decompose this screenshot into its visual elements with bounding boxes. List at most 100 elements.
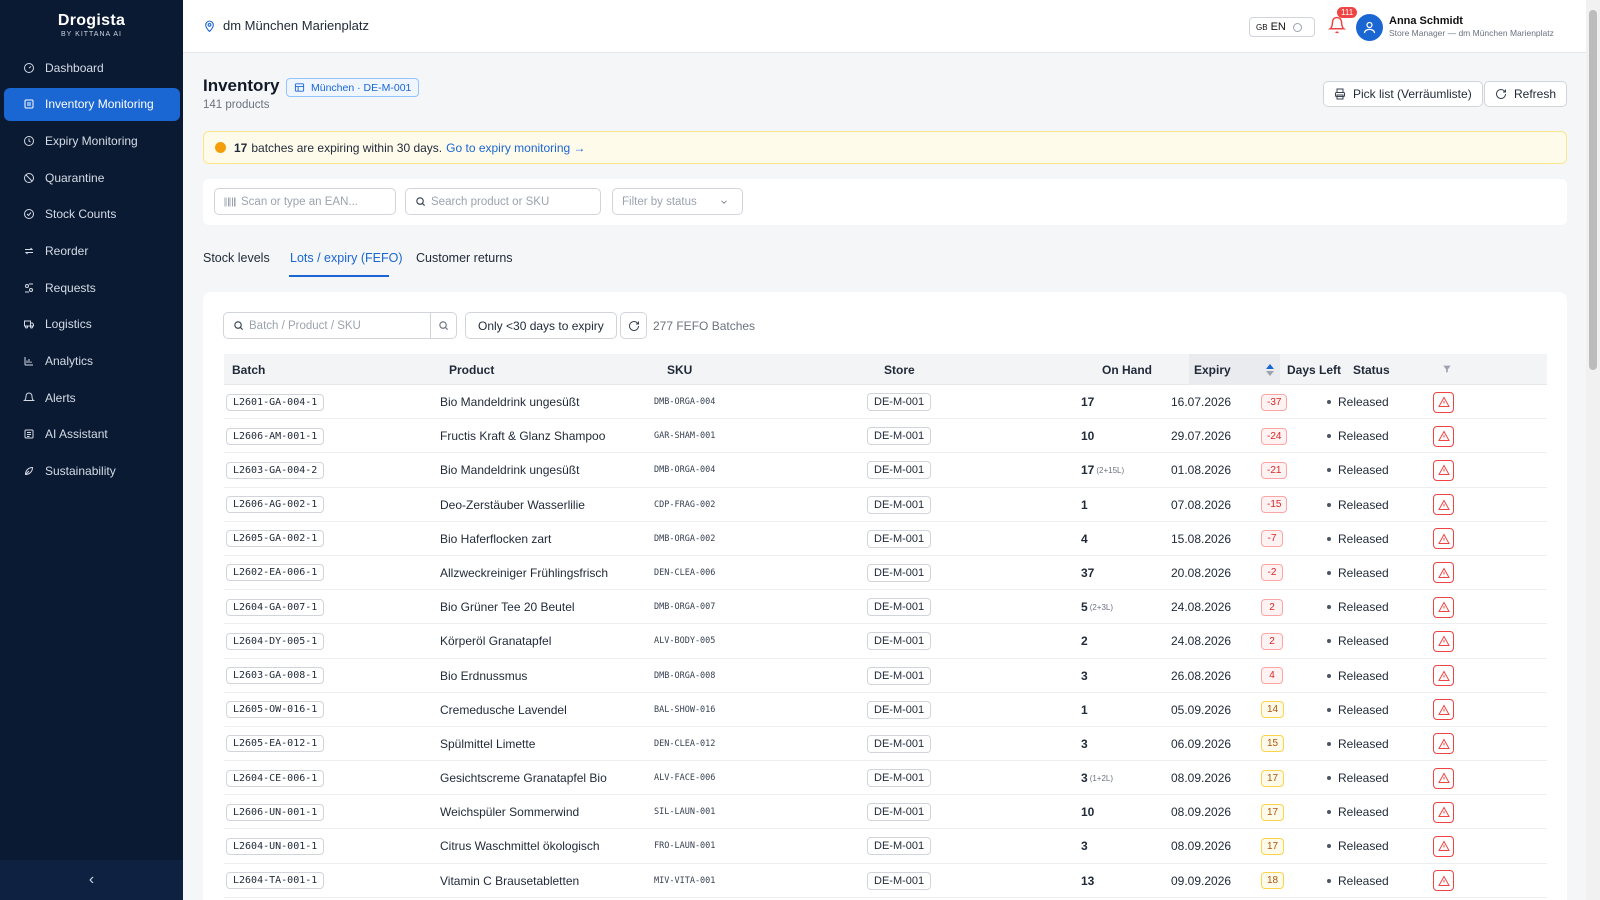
batch-id[interactable]: L2604-GA-007-1 [226, 598, 325, 616]
sidebar-item-inventory-monitoring[interactable]: Inventory Monitoring [4, 87, 180, 121]
flag-batch-button[interactable] [1433, 562, 1454, 584]
batch-search-input[interactable]: Batch / Product / SKU [223, 312, 431, 339]
sku-cell: GAR-SHAM-001 [654, 419, 715, 453]
batch-id[interactable]: L2604-TA-001-1 [226, 872, 325, 890]
reload-batches-button[interactable] [620, 312, 647, 339]
batch-search-button[interactable] [430, 312, 457, 339]
sort-icon[interactable] [1266, 364, 1274, 376]
column-expiry[interactable]: Expiry [1194, 363, 1231, 377]
sidebar-item-dashboard[interactable]: Dashboard [4, 51, 180, 84]
batch-id[interactable]: L2603-GA-008-1 [226, 667, 325, 684]
product-cell: Vitamin C Brausetabletten [440, 864, 579, 898]
batch-cell: L2605-GA-002-1 [226, 522, 325, 556]
sidebar-item-analytics[interactable]: Analytics [4, 345, 180, 378]
column-on-hand[interactable]: On Hand [1102, 363, 1152, 377]
sku-code: CDP-FRAG-002 [654, 499, 716, 510]
table-row[interactable]: L2605-OW-016-1 Cremedusche Lavendel BAL-SH… [224, 693, 1547, 727]
product-search-input[interactable]: Search product or SKU [405, 188, 601, 215]
store-location[interactable]: dm München Marienplatz [203, 18, 369, 33]
flag-batch-button[interactable] [1433, 665, 1454, 686]
column-sku[interactable]: SKU [667, 363, 692, 377]
go-to-expiry-link[interactable]: Go to expiry monitoring → [446, 141, 585, 155]
sidebar-item-expiry-monitoring[interactable]: Expiry Monitoring [4, 124, 180, 157]
only-30-days-toggle[interactable]: Only <30 days to expiry [465, 312, 617, 339]
sidebar-item-requests[interactable]: Requests [4, 271, 180, 304]
batch-id[interactable]: L2602-EA-006-1 [226, 564, 325, 582]
sku-cell: MIV-VITA-001 [654, 864, 715, 898]
table-row[interactable]: L2605-GA-002-1 Bio Haferflocken zart DMB-O… [224, 522, 1547, 556]
flag-batch-button[interactable] [1433, 801, 1454, 823]
flag-batch-button[interactable] [1433, 699, 1454, 721]
table-row[interactable]: L2604-GA-007-1 Bio Grüner Tee 20 Beutel DM… [224, 590, 1547, 625]
flag-batch-button[interactable] [1433, 391, 1454, 413]
sidebar-item-quarantine[interactable]: Quarantine [4, 161, 180, 194]
language-switcher[interactable]: GB EN [1249, 17, 1315, 37]
column-status[interactable]: Status [1353, 363, 1390, 377]
sidebar-item-logistics[interactable]: Logistics [4, 308, 180, 341]
table-row[interactable]: L2604-UN-001-1 Citrus Waschmittel ökologi… [224, 829, 1547, 864]
scrollbar-thumb[interactable] [1589, 10, 1597, 370]
batch-id[interactable]: L2604-CE-006-1 [226, 769, 325, 787]
table-row[interactable]: L2606-AM-001-1 Fructis Kraft & Glanz Sham… [224, 419, 1547, 454]
ean-input[interactable]: Scan or type an EAN... [214, 188, 396, 215]
sidebar-item-sustainability[interactable]: Sustainability [4, 455, 180, 488]
sidebar-item-alerts[interactable]: Alerts [4, 381, 180, 414]
page-scrollbar[interactable] [1586, 0, 1600, 900]
pick-list-button[interactable]: Pick list (Verräumliste) [1323, 81, 1483, 107]
flag-batch-button[interactable] [1433, 596, 1454, 618]
table-row[interactable]: L2603-GA-004-2 Bio Mandeldrink ungesüßt DM… [224, 453, 1547, 488]
action-cell [1433, 659, 1454, 693]
collapse-sidebar-button[interactable]: ‹ [0, 860, 183, 900]
batch-id[interactable]: L2605-GA-002-1 [226, 530, 325, 548]
batch-id[interactable]: L2603-GA-004-2 [226, 461, 325, 479]
column-product[interactable]: Product [449, 363, 494, 377]
batch-id[interactable]: L2605-OW-016-1 [226, 701, 325, 719]
refresh-button[interactable]: Refresh [1484, 81, 1568, 107]
batch-id[interactable]: L2606-AM-001-1 [226, 427, 325, 445]
sidebar-item-label: Requests [45, 280, 96, 295]
flag-batch-button[interactable] [1433, 528, 1454, 550]
column-days-left[interactable]: Days Left [1287, 363, 1341, 377]
tab-lots-expiry[interactable]: Lots / expiry (FEFO) [290, 251, 403, 265]
flag-batch-button[interactable] [1433, 835, 1454, 857]
tab-stock-levels[interactable]: Stock levels [203, 251, 270, 265]
flag-batch-button[interactable] [1433, 494, 1454, 516]
flag-batch-button[interactable] [1433, 459, 1454, 481]
flag-batch-button[interactable] [1433, 767, 1454, 789]
flag-batch-button[interactable] [1433, 425, 1454, 447]
user-avatar[interactable] [1356, 14, 1383, 41]
status-filter-select[interactable]: Filter by status [612, 188, 743, 215]
flag-batch-button[interactable] [1433, 870, 1454, 892]
table-row[interactable]: L2602-EA-006-1 Allzweckreiniger Frühlings… [224, 556, 1547, 591]
table-row[interactable]: L2604-CE-006-1 Gesichtscreme Granatapfel … [224, 761, 1547, 796]
batch-id[interactable]: L2604-DY-005-1 [226, 632, 325, 650]
table-row[interactable]: L2601-GA-004-1 Bio Mandeldrink ungesüßt DM… [224, 385, 1547, 420]
tab-customer-returns[interactable]: Customer returns [416, 251, 513, 265]
top-header: dm München Marienplatz GB EN 111 Anna Sc… [183, 0, 1586, 53]
truck-icon [23, 318, 35, 330]
on-hand-cell: 1 [1081, 488, 1088, 522]
table-row[interactable]: L2603-GA-008-1 Bio Erdnussmus DMB-ORGA-008… [224, 659, 1547, 693]
sidebar-item-reorder[interactable]: Reorder [4, 234, 180, 267]
warning-triangle-icon [1437, 840, 1450, 852]
search-icon [234, 321, 244, 331]
table-row[interactable]: L2606-AG-002-1 Deo-Zerstäuber Wasserlilie… [224, 488, 1547, 522]
sidebar-item-ai-assistant[interactable]: AI Assistant [4, 418, 180, 451]
flag-batch-button[interactable] [1433, 733, 1454, 755]
batch-id[interactable]: L2601-GA-004-1 [226, 393, 325, 411]
batch-id[interactable]: L2606-AG-002-1 [226, 496, 325, 514]
table-row[interactable]: L2604-DY-005-1 Körperöl Granatapfel ALV-BO… [224, 624, 1547, 659]
flag-batch-button[interactable] [1433, 630, 1454, 652]
column-store[interactable]: Store [884, 363, 915, 377]
batch-id[interactable]: L2604-UN-001-1 [226, 837, 325, 855]
filter-icon[interactable] [1442, 364, 1452, 374]
days-left-badge: 17 [1261, 837, 1285, 855]
notification-bell-icon[interactable] [1328, 16, 1346, 34]
batch-id[interactable]: L2606-UN-001-1 [226, 803, 325, 821]
column-batch[interactable]: Batch [232, 363, 265, 377]
batch-id[interactable]: L2605-EA-012-1 [226, 735, 325, 753]
table-row[interactable]: L2604-TA-001-1 Vitamin C Brausetabletten M… [224, 864, 1547, 898]
table-row[interactable]: L2605-EA-012-1 Spülmittel Limette DEN-CLEA… [224, 727, 1547, 762]
sidebar-item-stock-counts[interactable]: Stock Counts [4, 198, 180, 231]
table-row[interactable]: L2606-UN-001-1 Weichspüler Sommerwind SIL-… [224, 795, 1547, 830]
